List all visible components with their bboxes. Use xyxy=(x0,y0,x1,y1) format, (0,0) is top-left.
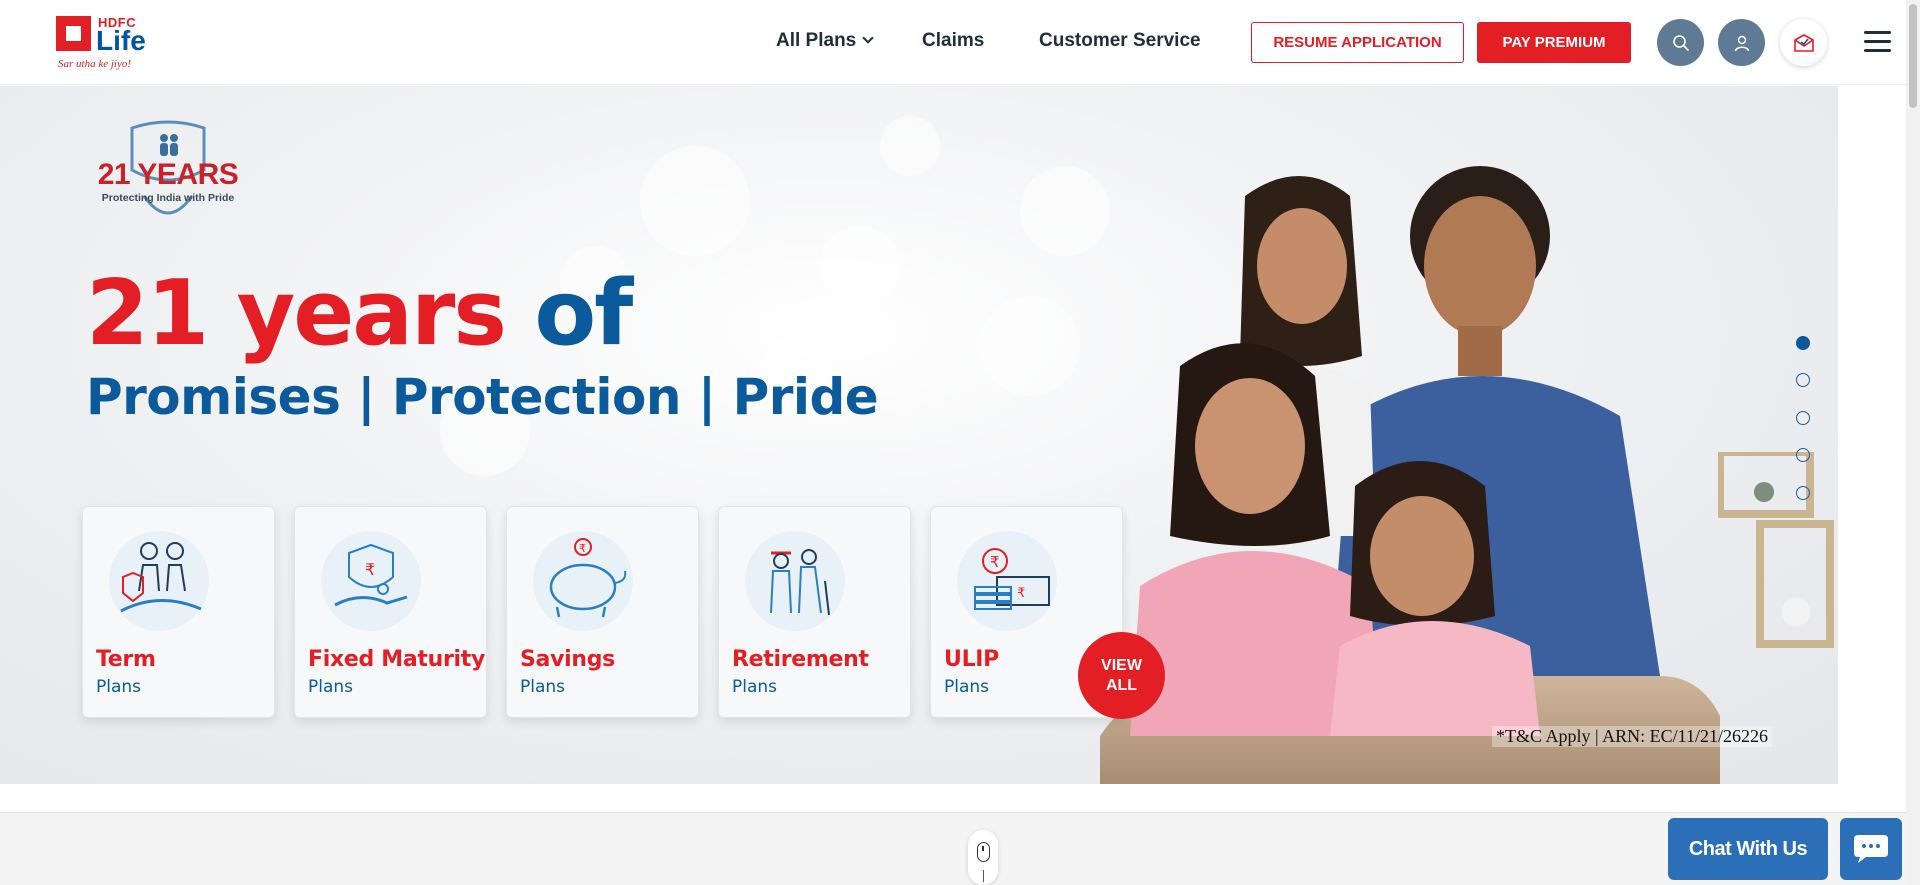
nav-all-plans[interactable]: All Plans xyxy=(776,30,874,52)
headline-red: 21 years xyxy=(86,261,507,366)
badge-title: 21 YEARS xyxy=(97,158,239,191)
search-icon xyxy=(1672,34,1689,51)
scrollbar-thumb[interactable] xyxy=(1909,4,1917,108)
nav-customer-service[interactable]: Customer Service xyxy=(1039,30,1201,52)
plan-card-savings[interactable]: ₹ Savings Plans xyxy=(506,506,699,718)
shield-hand-icon: ₹ xyxy=(334,543,408,607)
chevron-down-icon xyxy=(862,32,874,44)
nav-all-plans-label: All Plans xyxy=(776,30,857,51)
21-years-badge: 21 YEARS Protecting India with Pride xyxy=(92,118,244,233)
logo-tagline: Sar utha ke jiyo! xyxy=(58,58,132,70)
pay-premium-button[interactable]: PAY PREMIUM xyxy=(1477,22,1631,63)
family-photo xyxy=(1100,166,1720,784)
view-all-line2: ALL xyxy=(1105,676,1138,694)
mail-icon xyxy=(1793,33,1814,52)
search-button[interactable] xyxy=(1657,19,1704,66)
tnc-arn-text: *T&C Apply | ARN: EC/11/21/26226 xyxy=(1492,726,1772,747)
plan-card-sub: Plans xyxy=(732,677,778,697)
hdfc-life-logo[interactable]: HDFC Life Sar utha ke jiyo! xyxy=(56,16,166,74)
chat-bubble-button[interactable] xyxy=(1840,818,1902,880)
nav-claims[interactable]: Claims xyxy=(922,30,984,52)
svg-text:₹: ₹ xyxy=(365,560,375,579)
carousel-dot-5[interactable] xyxy=(1796,486,1810,500)
hero-headline: 21 years of xyxy=(86,261,633,366)
elderly-couple-icon xyxy=(770,549,830,616)
piggy-bank-icon: ₹ xyxy=(549,538,627,618)
carousel-dot-2[interactable] xyxy=(1796,373,1810,387)
hamburger-menu-icon[interactable] xyxy=(1864,31,1891,53)
view-all-line1: VIEW xyxy=(1101,656,1142,674)
carousel-dot-1[interactable] xyxy=(1796,336,1810,350)
money-coins-icon: ₹ ₹ xyxy=(974,548,1050,610)
plan-card-sub: Plans xyxy=(944,677,990,697)
plan-card-sub: Plans xyxy=(96,677,142,697)
carousel-pagination xyxy=(1796,336,1810,506)
svg-text:₹: ₹ xyxy=(1017,586,1025,601)
resume-application-button[interactable]: RESUME APPLICATION xyxy=(1251,22,1464,63)
plan-card-sub: Plans xyxy=(308,677,354,697)
svg-text:₹: ₹ xyxy=(990,553,1000,571)
view-all-plans-button[interactable]: VIEW ALL xyxy=(1078,632,1165,719)
headline-blue: of xyxy=(534,261,633,366)
svg-text:₹: ₹ xyxy=(579,542,586,555)
chat-bubble-icon xyxy=(1854,835,1888,863)
logo-mark xyxy=(56,16,91,51)
hero-subheadline: Promises | Protection | Pride xyxy=(86,368,879,426)
carousel-dot-3[interactable] xyxy=(1796,411,1810,425)
hero-banner: 21 YEARS Protecting India with Pride 21 … xyxy=(0,86,1838,784)
plan-card-title: Retirement xyxy=(732,647,869,672)
chat-with-us-button[interactable]: Chat With Us xyxy=(1668,818,1828,880)
site-header: HDFC Life Sar utha ke jiyo! All Plans Cl… xyxy=(0,0,1920,85)
below-hero-section xyxy=(0,812,1920,885)
family-protection-icon xyxy=(120,542,202,613)
badge-subtitle: Protecting India with Pride xyxy=(101,192,235,204)
plan-card-retirement[interactable]: Retirement Plans xyxy=(718,506,911,718)
contact-mail-button[interactable] xyxy=(1780,19,1827,66)
plan-card-title: Savings xyxy=(520,647,615,672)
scroll-down-mouse-icon[interactable] xyxy=(968,830,998,885)
plan-card-title: Term xyxy=(96,647,156,672)
plan-card-term[interactable]: Term Plans xyxy=(82,506,275,718)
plan-card-fixed-maturity[interactable]: ₹ Fixed Maturity Plans xyxy=(294,506,487,718)
page-scrollbar[interactable] xyxy=(1906,0,1920,885)
plan-card-title: Fixed Maturity xyxy=(308,647,486,672)
user-icon xyxy=(1734,35,1749,51)
user-account-button[interactable] xyxy=(1718,19,1765,66)
plan-card-sub: Plans xyxy=(520,677,566,697)
plan-card-title: ULIP xyxy=(944,647,999,672)
wall-shelf-decor xyxy=(1718,452,1834,648)
logo-name: Life xyxy=(96,25,146,56)
carousel-dot-4[interactable] xyxy=(1796,448,1810,462)
